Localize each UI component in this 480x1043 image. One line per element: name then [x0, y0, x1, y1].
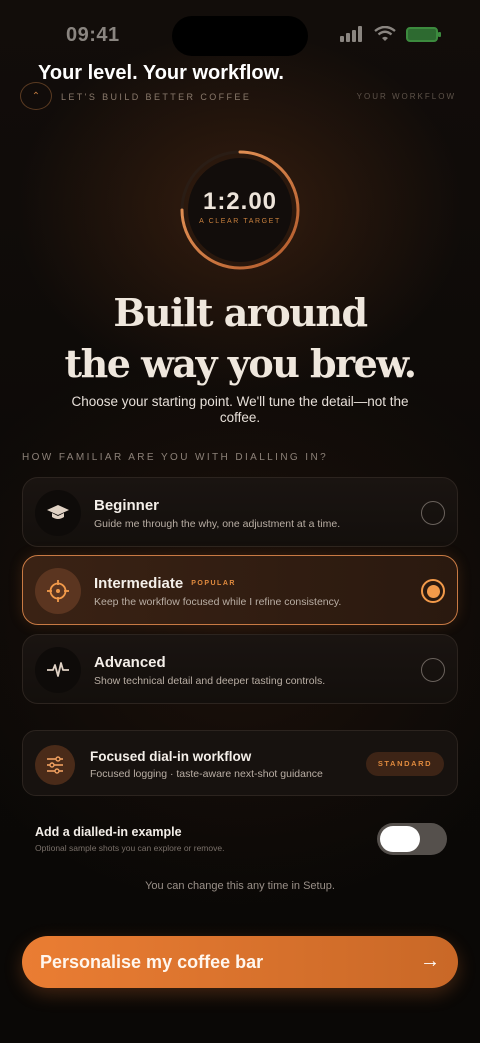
level-description: Guide me through the why, one adjustment…: [94, 518, 341, 530]
step-label: YOUR WORKFLOW: [356, 92, 456, 101]
status-icons: [340, 26, 441, 42]
workflow-description: Focused logging · taste-aware next-shot …: [90, 768, 323, 780]
wifi-icon: [374, 26, 396, 41]
kicker: LET'S BUILD BETTER COFFEE: [61, 92, 252, 102]
crosshair-icon: [35, 568, 81, 614]
status-time: 09:41: [66, 24, 120, 46]
level-title-text: Intermediate: [94, 575, 184, 592]
overlay-title: Your level. Your workflow.: [38, 62, 284, 84]
level-option-beginner[interactable]: Beginner Guide me through the why, one a…: [22, 477, 458, 547]
cta-label: Personalise my coffee bar: [40, 952, 264, 972]
level-description: Show technical detail and deeper tasting…: [94, 675, 326, 687]
level-option-intermediate[interactable]: Intermediate POPULAR Keep the workflow fo…: [22, 555, 458, 625]
footnote: You can change this any time in Setup.: [145, 880, 335, 892]
level-option-advanced[interactable]: Advanced Show technical detail and deepe…: [22, 634, 458, 704]
standard-badge: STANDARD: [366, 752, 444, 776]
level-title: Beginner: [94, 497, 160, 514]
ratio-caption: A CLEAR TARGET: [199, 218, 281, 225]
popular-badge: POPULAR: [191, 580, 236, 587]
battery-icon: [406, 26, 441, 42]
radio-button[interactable]: [421, 501, 445, 525]
example-subtitle: Optional sample shots you can explore or…: [35, 843, 225, 853]
graduation-cap-icon: [35, 490, 81, 536]
level-description: Keep the workflow focused while I refine…: [94, 596, 342, 608]
example-toggle[interactable]: [377, 823, 447, 855]
ratio-value: 1:2.00: [202, 188, 278, 215]
dynamic-island: [172, 16, 308, 56]
headline-line-2: the way you brew.: [64, 341, 417, 386]
level-title: Intermediate POPULAR: [94, 575, 236, 592]
sliders-icon: [35, 745, 75, 785]
signal-icon: [340, 26, 362, 42]
headline-line-1: Built around: [113, 290, 368, 335]
radio-button[interactable]: [421, 658, 445, 682]
radio-button-selected[interactable]: [421, 579, 445, 603]
back-icon[interactable]: ⌃: [20, 82, 52, 110]
level-question: HOW FAMILIAR ARE YOU WITH DIALLING IN?: [22, 452, 329, 463]
toggle-knob: [380, 826, 420, 852]
personalise-button[interactable]: Personalise my coffee bar →: [22, 936, 458, 988]
level-title: Advanced: [94, 654, 166, 671]
workflow-title: Focused dial-in workflow: [90, 749, 252, 764]
workflow-card[interactable]: Focused dial-in workflow Focused logging…: [22, 730, 458, 796]
arrow-right-icon: →: [420, 950, 440, 972]
subcopy: Choose your starting point. We'll tune t…: [71, 394, 409, 425]
example-title: Add a dialled-in example: [35, 825, 182, 839]
pulse-icon: [35, 647, 81, 693]
